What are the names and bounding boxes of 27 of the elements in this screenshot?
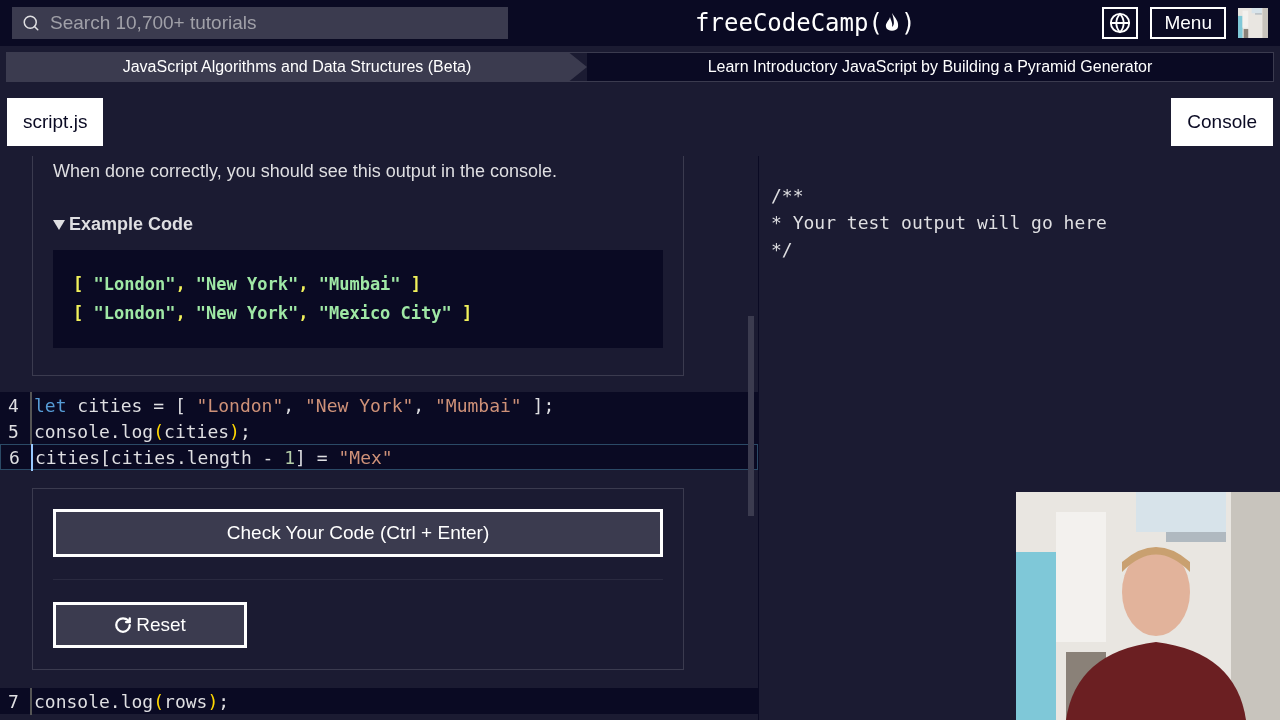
breadcrumb-link[interactable]: Learn Introductory JavaScript by Building a Pyramid Generator <box>587 53 1273 81</box>
example-code-label: Example Code <box>69 213 194 236</box>
code-block: [ "London", "New York", "Mumbai" ] [ "London", "New York", "Mexico City" ] <box>53 250 663 348</box>
line-number: 6 <box>8 445 21 470</box>
editor-tab[interactable]: script.js <box>7 98 104 146</box>
example-code-toggle[interactable]: Example Code <box>53 211 663 238</box>
menu-button[interactable]: Menu <box>1150 7 1226 39</box>
breadcrumb-link[interactable]: JavaScript Algorithms and Data Structures (Beta) <box>7 53 587 81</box>
code-line: cities[cities.length - 1] = "Mex" <box>31 443 393 471</box>
globe-icon <box>1109 12 1132 34</box>
console-line: * Your test output will go here <box>771 211 1108 235</box>
search-icon <box>22 14 40 32</box>
language-button[interactable] <box>1102 7 1139 39</box>
code-line: console.log(rows); <box>30 687 230 715</box>
line-number: 7 <box>7 689 20 714</box>
line-number: 5 <box>7 419 20 444</box>
logo[interactable]: freeCodeCamp( ) <box>695 5 916 41</box>
editor-tab[interactable]: Console <box>1171 98 1273 146</box>
console-line: /** <box>771 184 805 208</box>
search-field[interactable]: Search 10,700+ tutorials <box>12 7 508 39</box>
reset-icon <box>114 616 133 634</box>
reset-button[interactable]: Reset <box>53 602 247 648</box>
avatar[interactable] <box>1238 8 1268 38</box>
line-number: 4 <box>7 393 20 418</box>
console-line: */ <box>771 238 794 262</box>
check-code-button[interactable]: Check Your Code (Ctrl + Enter) <box>53 509 663 557</box>
instruction-text: When done correctly, you should see this output in the console. <box>53 160 558 183</box>
